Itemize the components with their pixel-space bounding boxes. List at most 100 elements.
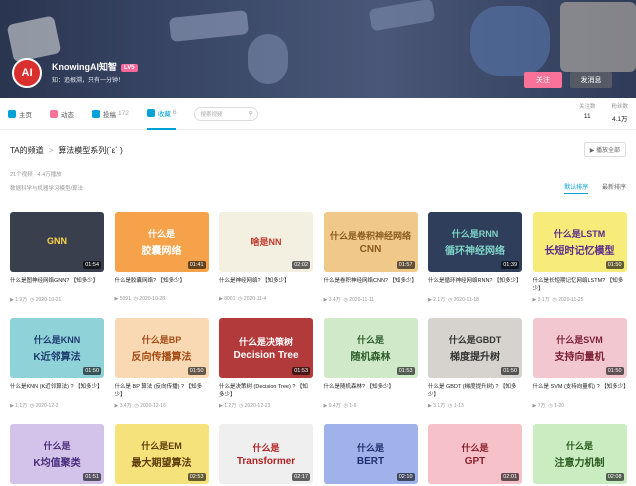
video-thumbnail[interactable]: 什么是卷积神经网络 CNN 01:57 <box>323 212 418 272</box>
thumbnail-title: 什么是RNN <box>451 229 499 239</box>
video-thumbnail[interactable]: 什么是KNN K近邻算法 01:50 <box>10 318 104 378</box>
search-icon[interactable]: ⚲ <box>248 111 252 117</box>
video-title[interactable]: 什么是随机森林? 【知多少】 <box>324 383 418 399</box>
clock-icon: ◷ <box>134 403 139 409</box>
video-title[interactable]: 什么是循环神经网络RNN? 【知多少】 <box>428 277 522 293</box>
video-card[interactable]: 什么是BERT02:10▶ ◷ <box>323 424 418 484</box>
video-title[interactable]: 什么是图神经网络GNN? 【知多少】 <box>10 277 104 293</box>
thumbnail-subtitle: 胶囊网络 <box>141 246 182 257</box>
video-title[interactable]: 什么是 GBDT (梯度提升树) ? 【知多少】 <box>428 383 522 399</box>
play-icon: ▶ <box>323 403 328 409</box>
video-card[interactable]: 什么是GPT02:01▶ ◷ <box>428 424 522 484</box>
video-thumbnail[interactable]: 什么是EM 最大期望算法 02:53 <box>114 424 209 484</box>
video-plays: 7万 <box>537 403 546 409</box>
video-thumbnail[interactable]: 什么是 GPT 02:01 <box>428 424 522 484</box>
video-thumbnail[interactable]: 什么是 胶囊网络 01:41 <box>114 212 209 272</box>
stat-value: 11 <box>583 113 591 120</box>
video-card[interactable]: 什么是 随机森林 01:53 什么是随机森林? 【知多少】 ▶ 9.4万 ◷ 1-6 <box>323 318 418 409</box>
video-title[interactable]: 什么是KNN (K近邻算法) ? 【知多少】 <box>10 383 104 399</box>
video-duration: 01:53 <box>396 367 415 375</box>
thumbnail-title: 什么是SVM <box>556 335 603 345</box>
video-thumbnail[interactable]: 什么是 Transformer 02:17 <box>219 424 313 484</box>
video-thumbnail[interactable]: 什么是BP 反向传播算法 01:50 <box>114 318 209 378</box>
video-thumbnail[interactable]: 什么是 K均值聚类 01:51 <box>10 424 104 484</box>
video-date: 2020-10-21 <box>35 297 62 303</box>
stat-fans[interactable]: 粉丝数 4.1万 <box>611 102 628 123</box>
video-plays: 3.1万 <box>537 297 550 303</box>
video-card[interactable]: 啥是NN 02:02 什么是神经网络? 【知多少】 ▶ 8001 ◷ 2020-11-… <box>219 212 313 302</box>
video-title[interactable]: 什么是卷积神经网络CNN? 【知多少】 <box>324 277 418 293</box>
video-thumbnail[interactable]: 啥是NN 02:02 <box>219 212 313 272</box>
astronaut-illustration <box>248 34 288 84</box>
video-title[interactable]: 什么是神经网络? 【知多少】 <box>219 277 313 293</box>
avatar[interactable]: AI <box>12 58 42 88</box>
video-title[interactable]: 什么是胶囊网络? 【知多少】 <box>115 277 209 293</box>
breadcrumb-root[interactable]: TA的频道 <box>10 145 44 156</box>
search-input[interactable]: 搜索视频 ⚲ <box>194 106 259 121</box>
tab-dynamic[interactable]: 动态 <box>50 98 74 130</box>
play-icon: ▶ <box>10 297 14 303</box>
thumbnail-title: 什么是 <box>147 229 175 239</box>
video-card[interactable]: 什么是卷积神经网络 CNN 01:57 什么是卷积神经网络CNN? 【知多少】 ▶ 3.… <box>323 212 418 303</box>
tab-favorites[interactable]: 收藏 6 <box>146 98 177 130</box>
video-thumbnail[interactable]: 什么是决策树 Decision Tree 01:53 <box>219 318 313 378</box>
thumbnail-title: 什么是 <box>356 443 384 453</box>
thumbnail-subtitle: 注意力机制 <box>554 458 605 469</box>
channel-meta: 21个视频 · 4.4万播放 <box>10 172 62 178</box>
tab-count: 6 <box>172 109 177 116</box>
video-plays: 1.2万 <box>224 403 237 409</box>
thumbnail-title: 什么是 <box>252 443 280 453</box>
video-thumbnail[interactable]: 什么是GBDT 梯度提升树 01:50 <box>428 318 522 378</box>
clock-icon: ◷ <box>552 297 557 303</box>
video-title[interactable]: 什么是决策树 (Decision Tree) ? 【知多少】 <box>219 383 313 399</box>
breadcrumb-separator: > <box>48 145 54 155</box>
video-card[interactable]: 什么是K均值聚类01:51▶ ◷ <box>10 424 104 484</box>
tab-home[interactable]: 主页 <box>8 98 32 130</box>
video-card[interactable]: GNN 01:54 什么是图神经网络GNN? 【知多少】 ▶ 1.9万 ◷ 2020-… <box>10 212 104 303</box>
play-all-button[interactable]: ▶ 播放全部 <box>583 142 626 157</box>
video-card[interactable]: 什么是LSTM 长短时记忆模型 01:50 什么是长短期记忆网络LSTM? 【知多少】… <box>532 212 627 303</box>
favorite-icon <box>146 108 155 117</box>
video-card[interactable]: 什么是 胶囊网络 01:41 什么是胶囊网络? 【知多少】 ▶ 5091 ◷ 2020-… <box>114 212 209 302</box>
stat-following[interactable]: 关注数 11 <box>579 102 596 123</box>
tab-uploads[interactable]: 投稿 172 <box>92 98 129 130</box>
video-plays: 9.4万 <box>328 403 341 409</box>
thumbnail-title: 什么是决策树 <box>238 337 293 347</box>
video-thumbnail[interactable]: 什么是RNN 循环神经网络 01:39 <box>428 212 522 272</box>
video-card[interactable]: 什么是决策树 Decision Tree 01:53 什么是决策树 (Decision… <box>219 318 313 409</box>
video-card[interactable]: 什么是KNN K近邻算法 01:50 什么是KNN (K近邻算法) ? 【知多少】 ▶ … <box>10 318 104 409</box>
play-icon: ▶ <box>114 403 119 409</box>
video-card[interactable]: 什么是Transformer02:17▶ ◷ <box>219 424 313 484</box>
play-icon: ▶ <box>219 403 223 409</box>
video-thumbnail[interactable]: GNN 01:54 <box>10 212 104 272</box>
video-duration: 02:02 <box>292 261 310 269</box>
video-thumbnail[interactable]: 什么是 BERT 02:10 <box>323 424 418 484</box>
play-icon: ▶ <box>532 297 537 303</box>
video-info: ▶ 1.9万 ◷ 2020-10-21 <box>10 296 104 303</box>
video-plays: 3.1万 <box>433 403 446 409</box>
play-all-label: 播放全部 <box>595 148 620 154</box>
username[interactable]: KnowingAI知智 LV5 <box>52 60 138 73</box>
clock-icon: ◷ <box>29 403 35 409</box>
video-thumbnail[interactable]: 什么是 注意力机制 02:08 <box>532 424 627 484</box>
play-icon: ▶ <box>10 403 14 409</box>
video-thumbnail[interactable]: 什么是 随机森林 01:53 <box>323 318 418 378</box>
video-title[interactable]: 什么是 BP 算法 (反向传播) ? 【知多少】 <box>115 383 209 399</box>
video-card[interactable]: 什么是GBDT 梯度提升树 01:50 什么是 GBDT (梯度提升树) ? 【知多少… <box>428 318 522 409</box>
sort-latest[interactable]: 最新排序 <box>602 185 626 191</box>
video-date: 1-13 <box>453 403 464 409</box>
video-card[interactable]: 什么是RNN 循环神经网络 01:39 什么是循环神经网络RNN? 【知多少】 ▶ 2.… <box>428 212 522 303</box>
video-title[interactable]: 什么是长短期记忆网络LSTM? 【知多少】 <box>533 277 627 293</box>
video-card[interactable]: 什么是注意力机制02:08▶ ◷ <box>532 424 627 484</box>
video-date: 2020-11-4 <box>243 296 267 302</box>
message-button[interactable]: 发消息 <box>570 72 612 88</box>
video-thumbnail[interactable]: 什么是SVM 支持向量机 01:50 <box>532 318 627 378</box>
sort-default[interactable]: 默认排序 <box>564 185 589 194</box>
video-title[interactable]: 什么是 SVM (支持向量机) ? 【知多少】 <box>533 383 627 399</box>
video-card[interactable]: 什么是BP 反向传播算法 01:50 什么是 BP 算法 (反向传播) ? 【知多少】… <box>114 318 209 409</box>
video-thumbnail[interactable]: 什么是LSTM 长短时记忆模型 01:50 <box>532 212 627 272</box>
video-card[interactable]: 什么是SVM 支持向量机 01:50 什么是 SVM (支持向量机) ? 【知多少】 ▶… <box>532 318 627 409</box>
follow-button[interactable]: 关注 <box>524 72 562 88</box>
video-duration: 01:54 <box>83 261 101 269</box>
video-card[interactable]: 什么是EM最大期望算法02:53▶ ◷ <box>114 424 209 484</box>
